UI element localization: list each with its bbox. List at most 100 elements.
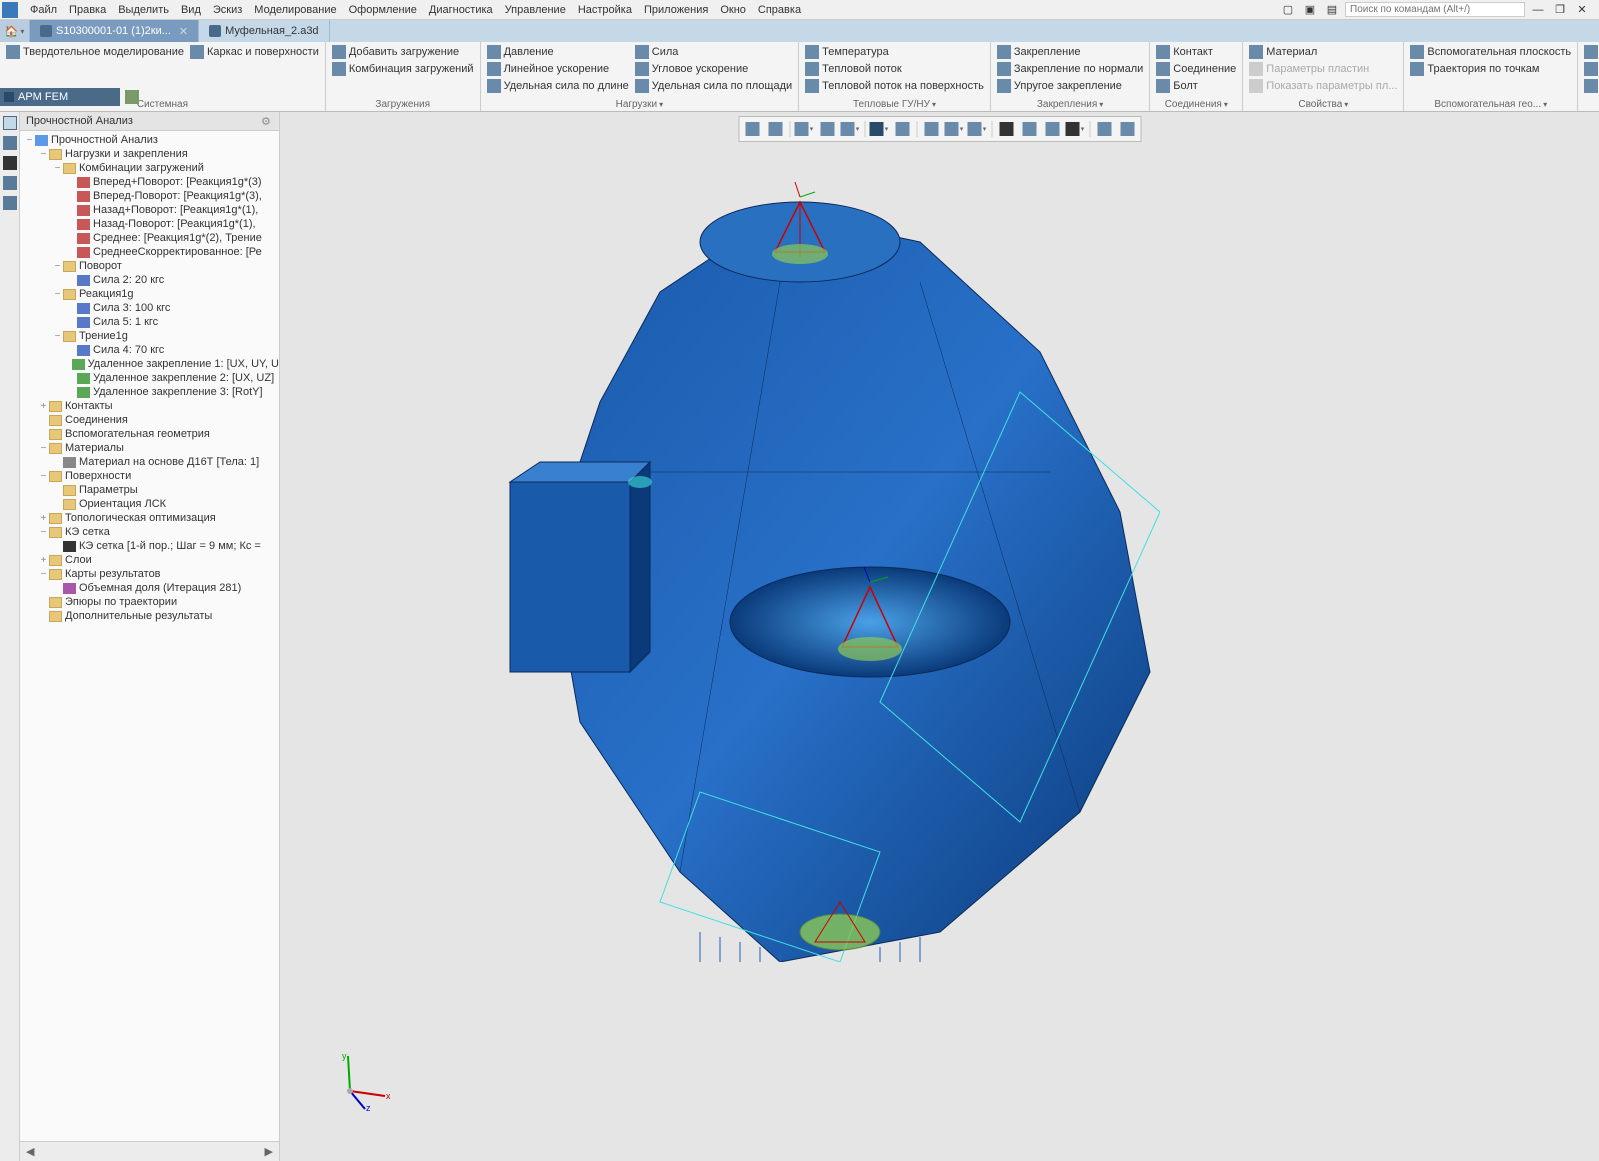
menu-sketch[interactable]: Эскиз [207, 4, 248, 16]
menu-help[interactable]: Справка [752, 4, 807, 16]
tree-node[interactable]: Вперед-Поворот: [Реакция1g*(3), [20, 189, 279, 203]
snap-icon[interactable] [1041, 119, 1063, 139]
ribbon-btn[interactable]: Твердотельное моделирование [4, 44, 186, 60]
view-cube-icon[interactable] [1116, 119, 1138, 139]
lcs-icon[interactable] [1093, 119, 1115, 139]
tree-node[interactable]: −Прочностной Анализ [20, 133, 279, 147]
ribbon-btn[interactable]: Траектория по точкам [1408, 61, 1573, 77]
rail-fx-icon[interactable] [3, 156, 17, 170]
expand-icon[interactable]: − [38, 443, 49, 454]
tree-node[interactable]: Объемная доля (Итерация 281) [20, 581, 279, 595]
tree-node[interactable]: −Комбинации загружений [20, 161, 279, 175]
expand-icon[interactable]: + [38, 401, 49, 412]
tree-node[interactable]: КЭ сетка [1-й пор.; Шаг = 9 мм; Кс = [20, 539, 279, 553]
ribbon-btn[interactable]: Добавить загружение [330, 44, 476, 60]
ribbon-btn[interactable]: Каркас и поверхности [188, 44, 321, 60]
ribbon-btn[interactable]: Параметры расчета [1582, 78, 1599, 94]
home-tab[interactable]: 🏠▾ [0, 20, 30, 42]
ribbon-btn[interactable]: Удельная сила по площади [633, 78, 794, 94]
rail-params-icon[interactable] [3, 136, 17, 150]
command-search[interactable] [1345, 2, 1525, 17]
tree-node[interactable]: Сила 4: 70 кгс [20, 343, 279, 357]
ortho-icon[interactable] [764, 119, 786, 139]
isolate-icon[interactable]: ▾ [943, 119, 965, 139]
tree-node[interactable]: +Топологическая оптимизация [20, 511, 279, 525]
tree-node[interactable]: Вперед+Поворот: [Реакция1g*(3) [20, 175, 279, 189]
ribbon-btn[interactable]: Удельная сила по длине [485, 78, 631, 94]
layout-icon-3[interactable]: ▤ [1323, 3, 1341, 17]
tab-document-2[interactable]: Муфельная_2.a3d [199, 20, 329, 42]
ribbon-btn[interactable]: Вспомогательная плоскость [1408, 44, 1573, 60]
tree-node[interactable]: −Поворот [20, 259, 279, 273]
menu-settings[interactable]: Настройка [572, 4, 638, 16]
tree-node[interactable]: Среднее: [Реакция1g*(2), Трение [20, 231, 279, 245]
rotate-icon[interactable] [816, 119, 838, 139]
maximize-button[interactable]: ❐ [1551, 3, 1569, 17]
expand-icon[interactable]: + [38, 555, 49, 566]
undo-icon[interactable] [125, 90, 139, 104]
menu-edit[interactable]: Правка [63, 4, 112, 16]
tree-node[interactable]: Удаленное закрепление 3: [RotY] [20, 385, 279, 399]
tree-node[interactable]: Эпюры по траектории [20, 595, 279, 609]
ribbon-btn[interactable]: Давление [485, 44, 631, 60]
tree-node[interactable]: +Слои [20, 553, 279, 567]
ribbon-btn[interactable]: Упругое закрепление [995, 78, 1145, 94]
expand-icon[interactable]: − [52, 163, 63, 174]
scroll-left-icon[interactable]: ◀ [26, 1145, 34, 1158]
menu-apps[interactable]: Приложения [638, 4, 714, 16]
gear-icon[interactable]: ⚙ [261, 115, 273, 127]
layout-icon-2[interactable]: ▣ [1301, 3, 1319, 17]
ribbon-btn[interactable]: Угловое ускорение [633, 61, 794, 77]
tree-node[interactable]: −Трение1g [20, 329, 279, 343]
tree-node[interactable]: Ориентация ЛСК [20, 497, 279, 511]
tree-node[interactable]: Удаленное закрепление 2: [UX, UZ] [20, 371, 279, 385]
section-icon[interactable] [995, 119, 1017, 139]
menu-modeling[interactable]: Моделирование [248, 4, 342, 16]
rail-tree-icon[interactable] [3, 116, 17, 130]
show-icon[interactable]: ▾ [966, 119, 988, 139]
expand-icon[interactable]: − [38, 569, 49, 580]
ribbon-btn[interactable]: Соединение [1154, 61, 1238, 77]
tree-node[interactable]: Назад+Поворот: [Реакция1g*(1), [20, 203, 279, 217]
grid-icon[interactable] [741, 119, 763, 139]
tree-node[interactable]: Удаленное закрепление 1: [UX, UY, U [20, 357, 279, 371]
ribbon-btn[interactable]: Генерация КЭ сетки [1582, 44, 1599, 60]
expand-icon[interactable]: − [38, 149, 49, 160]
ribbon-btn[interactable]: Закрепление по нормали [995, 61, 1145, 77]
ribbon-btn[interactable]: Расчет [1582, 61, 1599, 77]
minimize-button[interactable]: — [1529, 3, 1547, 17]
expand-icon[interactable]: − [52, 331, 63, 342]
ribbon-btn[interactable]: Закрепление [995, 44, 1145, 60]
tree-node[interactable]: −КЭ сетка [20, 525, 279, 539]
ribbon-btn[interactable]: Сила [633, 44, 794, 60]
close-tab-icon[interactable]: ✕ [179, 25, 188, 38]
filter-icon[interactable]: ▾ [1064, 119, 1086, 139]
tree-node[interactable]: Дополнительные результаты [20, 609, 279, 623]
layout-icon-1[interactable]: ▢ [1279, 3, 1297, 17]
tree-node[interactable]: −Карты результатов [20, 567, 279, 581]
ribbon-btn[interactable]: Тепловой поток на поверхность [803, 78, 986, 94]
expand-icon[interactable]: + [38, 513, 49, 524]
tree-node[interactable]: −Поверхности [20, 469, 279, 483]
tree-node[interactable]: Сила 2: 20 кгс [20, 273, 279, 287]
tree-node[interactable]: −Реакция1g [20, 287, 279, 301]
shade-icon[interactable]: ▾ [868, 119, 890, 139]
expand-icon[interactable]: − [38, 527, 49, 538]
menu-window[interactable]: Окно [714, 4, 752, 16]
tree-node[interactable]: +Контакты [20, 399, 279, 413]
tree-node[interactable]: Соединения [20, 413, 279, 427]
ribbon-btn[interactable]: Комбинация загружений [330, 61, 476, 77]
rail-props-icon[interactable] [3, 196, 17, 210]
menu-format[interactable]: Оформление [343, 4, 423, 16]
pan-icon[interactable]: ▾ [839, 119, 861, 139]
hide-icon[interactable] [920, 119, 942, 139]
expand-icon[interactable]: − [24, 135, 35, 146]
ribbon-btn[interactable]: Материал [1247, 44, 1399, 60]
menu-view[interactable]: Вид [175, 4, 207, 16]
wireframe-icon[interactable] [891, 119, 913, 139]
tree-node[interactable]: Сила 5: 1 кгс [20, 315, 279, 329]
expand-icon[interactable]: − [38, 471, 49, 482]
ribbon-btn[interactable]: Контакт [1154, 44, 1238, 60]
ribbon-btn[interactable]: Тепловой поток [803, 61, 986, 77]
ribbon-btn[interactable]: Температура [803, 44, 986, 60]
